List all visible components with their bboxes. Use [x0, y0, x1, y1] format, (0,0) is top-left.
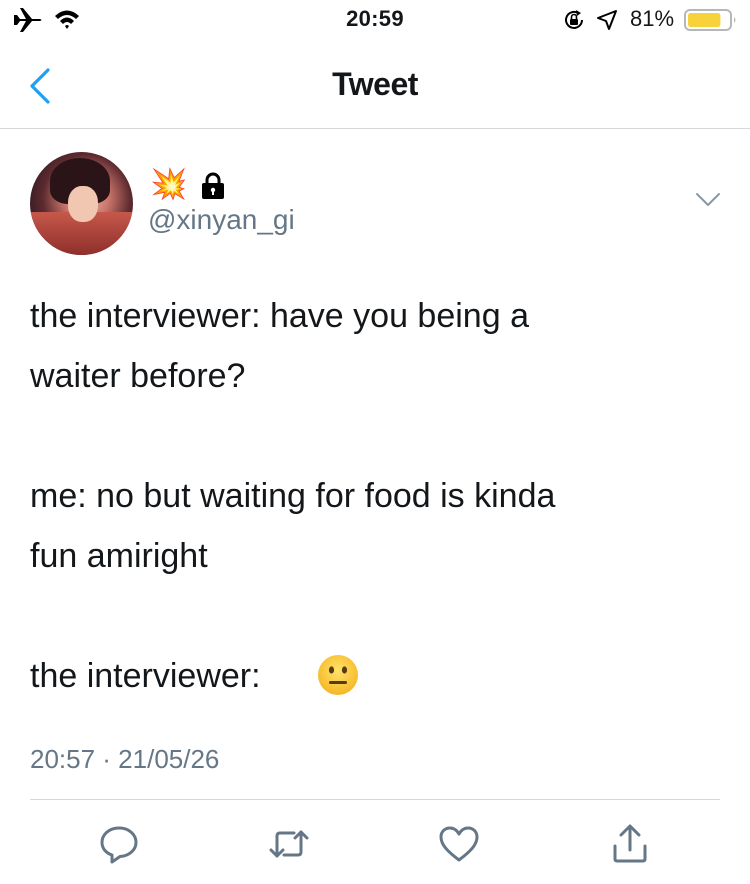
reply-bubble-icon — [100, 826, 138, 864]
tweet-text-line: me: no but waiting for food is kinda — [30, 477, 556, 515]
page-title: Tweet — [332, 66, 418, 102]
tweet-timestamp[interactable]: 20:57 · 21/05/26 — [30, 744, 219, 775]
tweet-text-line: fun amiright — [30, 537, 208, 575]
reply-button[interactable] — [97, 822, 141, 866]
tweet-text-line: the interviewer: have you being a — [30, 297, 529, 335]
neutral-face-emoji — [317, 654, 359, 696]
battery-icon — [684, 8, 738, 32]
retweet-button[interactable] — [267, 822, 311, 866]
author-handle[interactable]: @xinyan_gi — [148, 204, 295, 236]
share-button[interactable] — [608, 822, 652, 866]
share-icon — [613, 824, 647, 863]
divider — [30, 799, 720, 800]
avatar[interactable] — [30, 152, 133, 255]
tweet-text-line: waiter before? — [30, 357, 246, 395]
location-arrow-icon — [596, 9, 618, 31]
like-button[interactable] — [437, 822, 481, 866]
tweet-text-line: the interviewer: — [30, 657, 261, 695]
status-bar: 20:59 81% — [0, 0, 750, 42]
heart-icon — [439, 826, 479, 862]
lock-icon — [200, 172, 226, 200]
retweet-icon — [269, 830, 309, 858]
orientation-lock-icon — [562, 8, 586, 32]
battery-percent: 81% — [630, 6, 675, 31]
chevron-down-icon[interactable] — [694, 190, 722, 210]
display-name[interactable]: 💥 — [150, 168, 187, 202]
nav-divider — [0, 128, 750, 129]
